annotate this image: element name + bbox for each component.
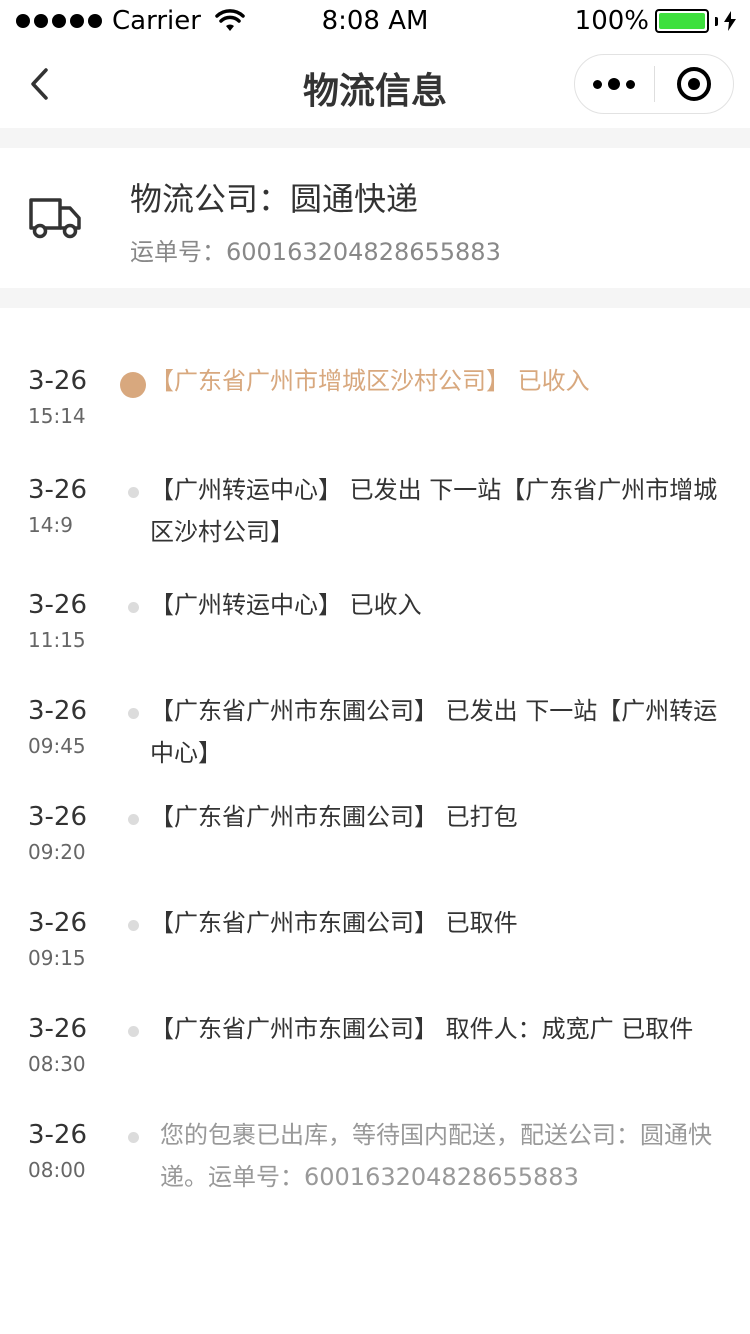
event-date: 3-26 (28, 908, 88, 938)
timeline-dot (128, 602, 139, 613)
event-date: 3-26 (28, 1120, 88, 1150)
event-date: 3-26 (28, 590, 88, 620)
event-date: 3-26 (28, 366, 88, 396)
truck-icon (29, 198, 81, 239)
shipment-info-card: 物流公司：圆通快递 运单号：600163204828655883 (0, 148, 750, 288)
event-time: 11:15 (28, 628, 86, 652)
event-time: 09:15 (28, 946, 86, 970)
timeline-dot-active (120, 372, 146, 398)
timeline-dot (128, 814, 139, 825)
mini-program-capsule (574, 54, 734, 114)
event-time: 08:30 (28, 1052, 86, 1076)
timeline-dot (128, 920, 139, 931)
timeline-dot (128, 708, 139, 719)
waybill-number: 运单号：600163204828655883 (130, 238, 501, 266)
courier-company: 物流公司：圆通快递 (130, 180, 419, 218)
status-right: 100% (575, 6, 736, 36)
event-description: 【广东省广州市东圃公司】 已发出 下一站【广州转运中心】 (150, 697, 718, 767)
event-time: 15:14 (28, 404, 86, 428)
more-dots-icon[interactable] (575, 55, 654, 113)
section-divider (0, 288, 750, 308)
timeline-dot (128, 487, 139, 498)
event-time: 09:20 (28, 840, 86, 864)
event-date: 3-26 (28, 475, 88, 505)
navigation-bar: 物流信息 (0, 42, 750, 128)
target-icon[interactable] (655, 55, 734, 113)
event-description: 【广东省广州市东圃公司】 已取件 (150, 909, 518, 937)
section-divider (0, 128, 750, 148)
event-time: 14:9 (28, 513, 73, 537)
event-time: 08:00 (28, 1158, 86, 1182)
status-bar: Carrier 8:08 AM 100% (0, 0, 750, 42)
event-time: 09:45 (28, 734, 86, 758)
event-description: 【广东省广州市东圃公司】 已打包 (150, 803, 518, 831)
battery-tip (715, 16, 718, 26)
event-description: 【广东省广州市东圃公司】 取件人：成宽广 已取件 (150, 1015, 694, 1043)
battery-icon (655, 9, 709, 33)
event-date: 3-26 (28, 696, 88, 726)
battery-percent: 100% (574, 6, 649, 36)
timeline-dot (128, 1132, 139, 1143)
timeline-dot (128, 1026, 139, 1037)
event-description: 【广东省广州市增城区沙村公司】 已收入 (150, 367, 590, 395)
event-description: 【广州转运中心】 已发出 下一站【广东省广州市增城区沙村公司】 (150, 476, 718, 546)
event-description: 您的包裹已出库，等待国内配送，配送公司：圆通快递。运单号：60016320482… (160, 1121, 712, 1191)
charging-icon (724, 11, 736, 31)
event-date: 3-26 (28, 1014, 88, 1044)
event-description: 【广州转运中心】 已收入 (150, 591, 422, 619)
event-date: 3-26 (28, 802, 88, 832)
